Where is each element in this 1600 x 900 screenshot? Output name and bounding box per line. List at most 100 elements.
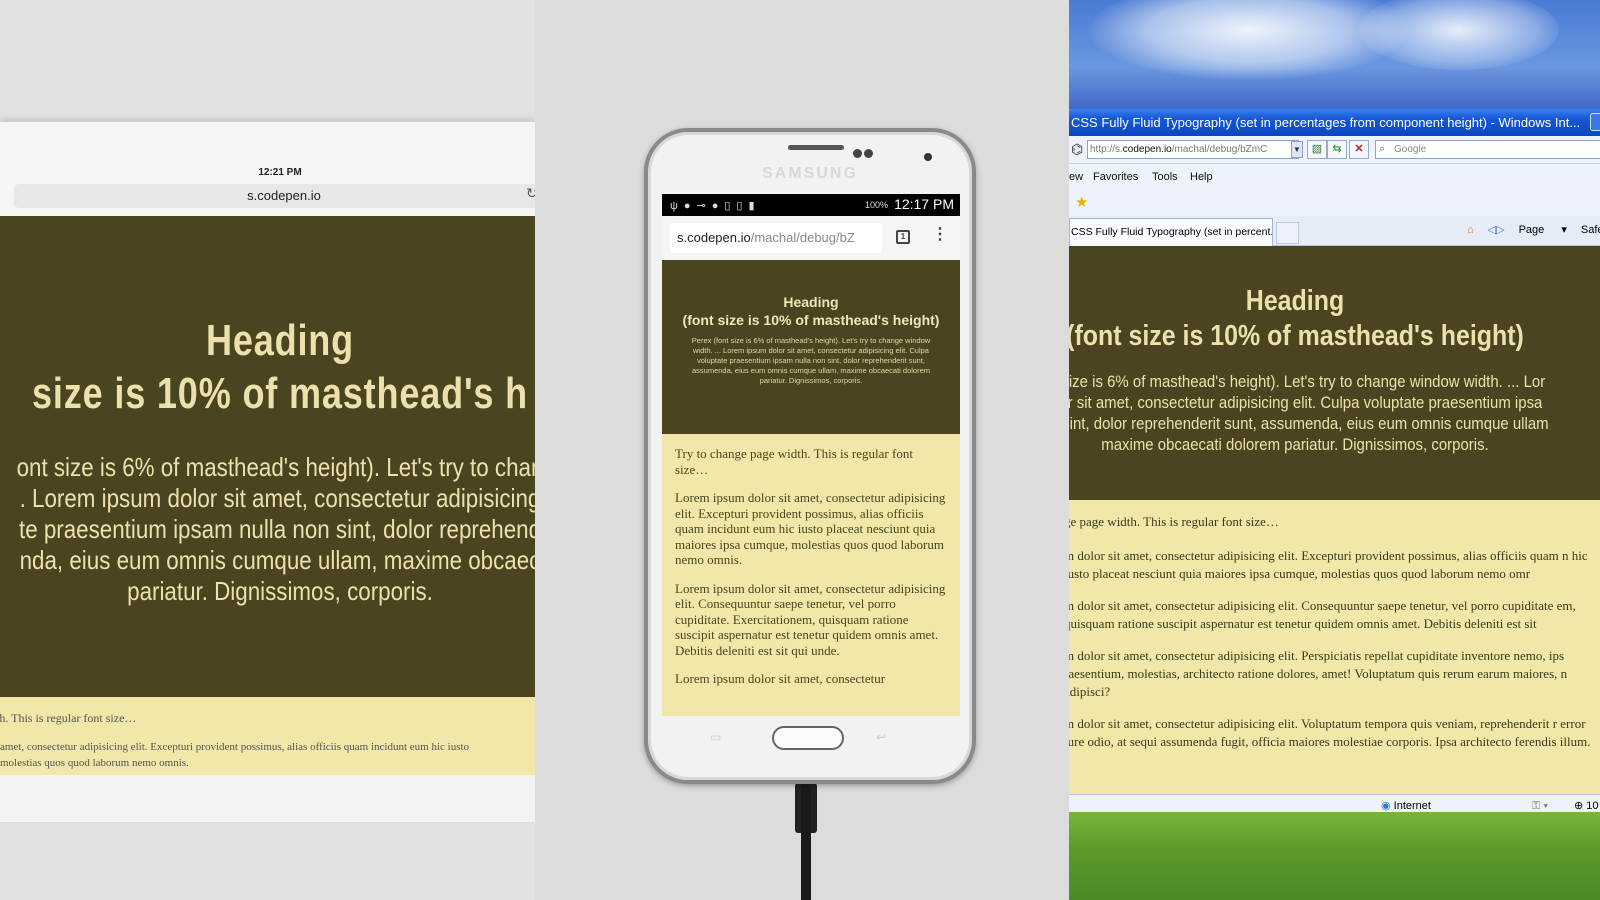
ie-paragraph: m dolor sit amet, consectetur adipisicin… bbox=[1069, 648, 1568, 699]
tablet-body-paragraph: amet, consectetur adipisicing elit. Exce… bbox=[0, 739, 535, 771]
zoom-icon: ⊕ bbox=[1574, 800, 1584, 812]
ie-heading-line: Heading bbox=[1245, 285, 1345, 317]
ie-perex-line: maxime obcaecati dolorem pariatur. Digni… bbox=[1101, 435, 1489, 454]
ie-title-bar[interactable]: CSS Fully Fluid Typography (set in perce… bbox=[1069, 109, 1600, 136]
tablet-clock: 12:21 PM bbox=[258, 167, 302, 178]
ie-perex-line: on sint, dolor reprehenderit sunt, assum… bbox=[1069, 414, 1549, 433]
phone-paragraph: Lorem ipsum dolor sit amet, consectetur … bbox=[675, 490, 946, 567]
address-prefix: http://s. bbox=[1090, 144, 1123, 155]
recent-apps-icon[interactable]: ▭ bbox=[710, 730, 721, 744]
feeds-icon[interactable]: ◁▷ bbox=[1488, 224, 1505, 236]
home-button[interactable] bbox=[772, 726, 844, 750]
phone-earpiece bbox=[788, 145, 844, 150]
ie-paragraph: m dolor sit amet, consectetur adipisicin… bbox=[1069, 716, 1591, 749]
tablet-heading-line: Heading bbox=[205, 316, 355, 365]
compatibility-icon[interactable]: ▨ bbox=[1307, 140, 1327, 159]
ie-address-row: ⌬ http://s.codepen.io/machal/debug/bZmC … bbox=[1069, 136, 1600, 164]
tablet-perex-line: . Lorem ipsum dolor sit amet, consectetu… bbox=[19, 483, 535, 513]
menu-view[interactable]: ew bbox=[1069, 164, 1083, 190]
tablet-body-text: dth. This is regular font size… amet, co… bbox=[0, 697, 535, 775]
battery-level: 100% bbox=[864, 200, 888, 210]
phone-body-text: Try to change page width. This is regula… bbox=[662, 434, 960, 716]
stop-icon[interactable]: ✕ bbox=[1349, 140, 1369, 159]
chrome-address-bar[interactable]: s.codepen.io/machal/debug/bZ bbox=[670, 223, 882, 253]
window-title: CSS Fully Fluid Typography (set in perce… bbox=[1071, 115, 1581, 130]
safety-menu-label: Safety bbox=[1580, 224, 1600, 236]
ie-page-content: Heading (font size is 10% of masthead's … bbox=[1069, 246, 1600, 794]
new-tab-button[interactable] bbox=[1276, 222, 1299, 244]
android-status-bar: ψ●⊸●▯▯▮ 100% 12:17 PM bbox=[662, 194, 960, 216]
ie-paragraph: m dolor sit amet, consectetur adipisicin… bbox=[1069, 548, 1588, 581]
overflow-menu-icon[interactable]: ⋮ bbox=[932, 226, 948, 244]
status-time: 12:17 PM bbox=[894, 196, 954, 212]
chrome-toolbar: s.codepen.io/machal/debug/bZ 1 ⋮ bbox=[662, 216, 960, 260]
url-host: s.codepen.io bbox=[677, 230, 751, 245]
phone-masthead: Heading (font size is 10% of masthead's … bbox=[662, 260, 960, 434]
ie-perex-line: olor sit amet, consectetur adipisicing e… bbox=[1069, 393, 1543, 412]
home-icon[interactable]: ⌂ bbox=[1467, 224, 1474, 236]
phone-perex: Perex (font size is 6% of masthead's hei… bbox=[691, 336, 931, 385]
phone-front-camera bbox=[853, 145, 877, 158]
ie-tab-row: CSS Fully Fluid Typography (set in perce… bbox=[1069, 216, 1600, 246]
reload-icon[interactable]: ↻ bbox=[526, 185, 535, 202]
screenshot-stage: 12:21 PM s.codepen.io ↻ Heading size is … bbox=[0, 0, 1600, 900]
ie-command-bar: ⌂ ◁▷ Page ▾ Safety ▾ bbox=[1467, 216, 1600, 244]
refresh-icon[interactable]: ⇆ bbox=[1327, 140, 1347, 159]
xp-wallpaper-sky bbox=[1069, 0, 1600, 112]
tablet-perex-line: te praesentium ipsam nulla non sint, dol… bbox=[18, 514, 535, 544]
phone-heading: Heading (font size is 10% of masthead's … bbox=[662, 293, 960, 329]
chevron-down-icon[interactable]: ▼ bbox=[1291, 141, 1303, 158]
ie-paragraph: m dolor sit amet, consectetur adipisicin… bbox=[1069, 598, 1576, 631]
zoom-value: 10 bbox=[1586, 800, 1599, 812]
search-placeholder: Google bbox=[1394, 144, 1427, 155]
favorites-star-icon[interactable]: ★ bbox=[1075, 193, 1088, 211]
menu-tools[interactable]: Tools bbox=[1152, 164, 1178, 190]
ie-panel: CSS Fully Fluid Typography (set in perce… bbox=[1069, 0, 1600, 900]
menu-help[interactable]: Help bbox=[1190, 164, 1213, 190]
ie-masthead: Heading (font size is 10% of masthead's … bbox=[1069, 246, 1600, 500]
phone-paragraph: Lorem ipsum dolor sit amet, consectetur bbox=[675, 671, 886, 686]
phone-heading-line: (font size is 10% of masthead's height) bbox=[682, 312, 940, 328]
phone-brand-logo: SAMSUNG bbox=[762, 165, 858, 182]
window-minimize-button[interactable] bbox=[1590, 113, 1600, 131]
ie-favorites-bar: ★ bbox=[1069, 190, 1600, 216]
tab-switcher-icon[interactable]: 1 bbox=[896, 230, 910, 244]
tablet-heading: Heading size is 10% of masthead's h bbox=[0, 314, 535, 420]
ie-heading-line: (font size is 10% of masthead's height) bbox=[1069, 320, 1524, 352]
cloud bbox=[1089, 0, 1409, 80]
tablet-address-bar[interactable]: s.codepen.io bbox=[14, 184, 535, 208]
ie-heading: Heading (font size is 10% of masthead's … bbox=[1069, 284, 1600, 354]
ie-perex: nt size is 6% of masthead's height). Let… bbox=[1069, 371, 1600, 455]
cloud bbox=[1359, 0, 1559, 70]
menu-favorites[interactable]: Favorites bbox=[1093, 164, 1138, 190]
tablet-body-line: dth. This is regular font size… bbox=[0, 711, 137, 725]
xp-wallpaper-grass bbox=[1069, 812, 1600, 900]
notification-icons: ψ●⊸●▯▯▮ bbox=[670, 200, 761, 212]
address-path: /machal/debug/bZmC bbox=[1171, 144, 1268, 155]
tablet-body-line: molestias quos quod laborum nemo omnis. bbox=[0, 757, 189, 769]
samsung-phone: SAMSUNG ψ●⊸●▯▯▮ 100% 12:17 PM s.codepen.… bbox=[644, 128, 976, 784]
tablet-perex: ont size is 6% of masthead's height). Le… bbox=[0, 452, 535, 607]
ie-address-bar[interactable]: http://s.codepen.io/machal/debug/bZmC bbox=[1087, 140, 1299, 159]
tablet-device: 12:21 PM s.codepen.io ↻ Heading size is … bbox=[0, 122, 535, 822]
phone-heading-line: Heading bbox=[783, 294, 839, 310]
page-menu[interactable]: Page ▾ bbox=[1519, 224, 1567, 236]
phone-screen: ψ●⊸●▯▯▮ 100% 12:17 PM s.codepen.io/macha… bbox=[662, 194, 960, 716]
ie-search-box[interactable]: ⌕ Google bbox=[1375, 140, 1600, 159]
globe-icon: ◉ bbox=[1381, 800, 1391, 812]
ie-page-icon: ⌬ bbox=[1071, 141, 1084, 157]
tablet-bottom-bar bbox=[0, 775, 535, 815]
tablet-perex-line: pariatur. Dignissimos, corporis. bbox=[127, 576, 433, 606]
tablet-heading-line: size is 10% of masthead's h bbox=[32, 369, 528, 418]
phone-paragraph: Try to change page width. This is regula… bbox=[675, 446, 913, 477]
ie-tab[interactable]: CSS Fully Fluid Typography (set in perce… bbox=[1069, 218, 1273, 246]
tablet-body-line: amet, consectetur adipisicing elit. Exce… bbox=[0, 741, 470, 753]
ie-paragraph: ge page width. This is regular font size… bbox=[1069, 514, 1279, 529]
search-icon: ⌕ bbox=[1379, 143, 1386, 155]
back-icon[interactable]: ↩ bbox=[876, 730, 886, 744]
tablet-panel: 12:21 PM s.codepen.io ↻ Heading size is … bbox=[0, 0, 535, 900]
ie-perex-line: nt size is 6% of masthead's height). Let… bbox=[1069, 372, 1546, 391]
phone-sensor bbox=[924, 153, 932, 161]
safety-menu[interactable]: Safety ▾ bbox=[1581, 224, 1600, 236]
page-menu-label: Page bbox=[1518, 224, 1545, 236]
